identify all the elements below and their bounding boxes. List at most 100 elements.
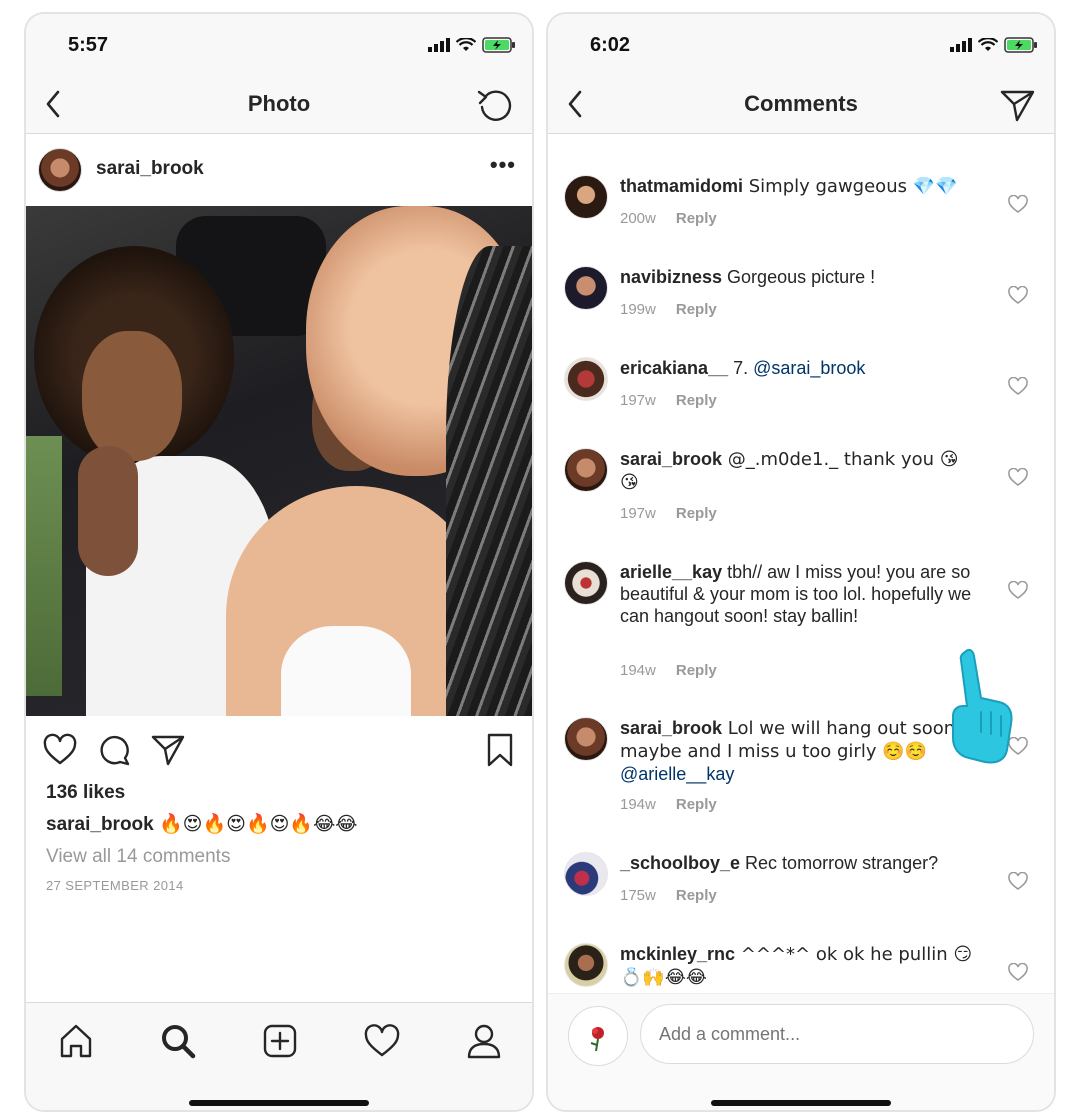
avatar[interactable] bbox=[564, 266, 608, 310]
top-nav: Photo bbox=[26, 76, 532, 134]
comment-username[interactable]: sarai_brook bbox=[620, 449, 722, 469]
comment-body: sarai_brook Lol we will hang out soon ma… bbox=[620, 717, 974, 785]
comment-meta: 197w Reply bbox=[620, 392, 717, 409]
post-caption: sarai_brook 🔥😍🔥😍🔥😍🔥😂😂 bbox=[46, 812, 357, 836]
post-date: 27 SEPTEMBER 2014 bbox=[46, 878, 184, 893]
photo-girl-arm bbox=[78, 446, 138, 576]
reply-button[interactable]: Reply bbox=[676, 392, 717, 409]
photo-girl-face bbox=[82, 331, 182, 461]
search-icon[interactable] bbox=[158, 1021, 198, 1061]
comment-like-icon[interactable] bbox=[1008, 286, 1028, 304]
comment-text: Gorgeous picture ! bbox=[722, 267, 876, 287]
home-icon[interactable] bbox=[56, 1021, 96, 1061]
caption-text: 🔥😍🔥😍🔥😍🔥😂😂 bbox=[159, 813, 358, 835]
home-indicator bbox=[189, 1100, 369, 1106]
comment-meta: 197w Reply bbox=[620, 505, 717, 522]
rose-icon bbox=[590, 1027, 604, 1052]
my-avatar bbox=[568, 1006, 628, 1066]
comment-like-icon[interactable] bbox=[1008, 468, 1028, 486]
comment-text: 7. bbox=[728, 358, 754, 378]
comment-icon[interactable] bbox=[96, 732, 132, 768]
comment-body: ericakiana__ 7. @sarai_brook bbox=[620, 357, 974, 379]
home-indicator bbox=[711, 1100, 891, 1106]
caption-username[interactable]: sarai_brook bbox=[46, 814, 154, 835]
comment-username[interactable]: navibizness bbox=[620, 267, 722, 287]
post-username[interactable]: sarai_brook bbox=[96, 158, 204, 180]
avatar[interactable] bbox=[564, 175, 608, 219]
reply-button[interactable]: Reply bbox=[676, 887, 717, 904]
reply-button[interactable]: Reply bbox=[676, 796, 717, 813]
bottom-tab-bar bbox=[26, 1002, 532, 1110]
comment-composer bbox=[548, 993, 1054, 1110]
comment-body: thatmamidomi Simply gawgeous 💎💎 bbox=[620, 175, 974, 198]
comment-age: 175w bbox=[620, 887, 656, 904]
comment-like-icon[interactable] bbox=[1008, 963, 1028, 981]
avatar[interactable] bbox=[564, 717, 608, 761]
comment-username[interactable]: thatmamidomi bbox=[620, 176, 743, 196]
comment-username[interactable]: ericakiana__ bbox=[620, 358, 728, 378]
comment-meta: 200w Reply bbox=[620, 210, 717, 227]
battery-icon bbox=[482, 37, 515, 53]
comment-age: 194w bbox=[620, 796, 656, 813]
comment-mention[interactable]: @sarai_brook bbox=[753, 358, 865, 378]
new-post-icon[interactable] bbox=[260, 1021, 300, 1061]
share-icon[interactable] bbox=[150, 732, 186, 768]
battery-icon bbox=[1004, 37, 1037, 53]
comment-username[interactable]: arielle__kay bbox=[620, 562, 722, 582]
comment-body: _schoolboy_e Rec tomorrow stranger? bbox=[620, 852, 974, 874]
avatar[interactable] bbox=[38, 148, 82, 192]
status-icons bbox=[950, 36, 1038, 54]
comment-body: navibizness Gorgeous picture ! bbox=[620, 266, 974, 288]
reply-button[interactable]: Reply bbox=[676, 210, 717, 227]
comment-body: mckinley_rnc ^^^*^ ok ok he pullin 😏💍🙌😂😂 bbox=[620, 943, 974, 989]
profile-icon[interactable] bbox=[464, 1021, 504, 1061]
top-nav: Comments bbox=[548, 76, 1054, 134]
comment-username[interactable]: mckinley_rnc bbox=[620, 944, 735, 964]
wifi-icon bbox=[456, 38, 476, 51]
comment-like-icon[interactable] bbox=[1008, 195, 1028, 213]
like-heart-icon[interactable] bbox=[42, 732, 78, 768]
photo-screen: 5:57 Photo sarai_brook ••• 136 likes sar… bbox=[24, 12, 534, 1112]
wifi-icon bbox=[978, 38, 998, 51]
comment-text: Rec tomorrow stranger? bbox=[740, 853, 939, 873]
comments-list[interactable]: thatmamidomi Simply gawgeous 💎💎 200w Repl… bbox=[548, 135, 1054, 993]
comment-username[interactable]: sarai_brook bbox=[620, 718, 722, 738]
comment-like-icon[interactable] bbox=[1008, 377, 1028, 395]
activity-icon[interactable] bbox=[362, 1021, 402, 1061]
avatar[interactable] bbox=[564, 357, 608, 401]
comment-age: 197w bbox=[620, 392, 656, 409]
view-all-comments-link[interactable]: View all 14 comments bbox=[46, 846, 230, 868]
comment-username[interactable]: _schoolboy_e bbox=[620, 853, 740, 873]
refresh-icon[interactable] bbox=[476, 86, 514, 124]
comment-body: sarai_brook @_.m0de1._ thank you 😘😘 bbox=[620, 448, 974, 494]
page-title: Comments bbox=[744, 91, 858, 116]
avatar[interactable] bbox=[564, 561, 608, 605]
post-photo[interactable] bbox=[26, 206, 532, 716]
status-icons bbox=[428, 36, 516, 54]
reply-button[interactable]: Reply bbox=[676, 301, 717, 318]
direct-share-icon[interactable] bbox=[998, 86, 1036, 124]
status-time: 5:57 bbox=[68, 34, 109, 56]
post-actions bbox=[26, 728, 532, 772]
photo-woman-top bbox=[281, 626, 411, 716]
likes-count[interactable]: 136 likes bbox=[46, 782, 125, 804]
photo-woman-hair bbox=[446, 246, 532, 716]
more-options-icon[interactable]: ••• bbox=[490, 152, 516, 178]
comment-meta: 194w Reply bbox=[620, 662, 717, 679]
comment-like-icon[interactable] bbox=[1008, 872, 1028, 890]
signal-icon bbox=[428, 38, 450, 52]
avatar[interactable] bbox=[564, 852, 608, 896]
comment-mention[interactable]: @arielle__kay bbox=[620, 764, 734, 784]
avatar[interactable] bbox=[564, 943, 608, 987]
bookmark-icon[interactable] bbox=[482, 732, 518, 768]
reply-button[interactable]: Reply bbox=[676, 662, 717, 679]
comment-input[interactable] bbox=[640, 1004, 1034, 1064]
comment-meta: 199w Reply bbox=[620, 301, 717, 318]
avatar[interactable] bbox=[564, 448, 608, 492]
comment-body: arielle__kay tbh// aw I miss you! you ar… bbox=[620, 561, 974, 627]
status-bar: 5:57 bbox=[26, 14, 532, 76]
comment-like-icon[interactable] bbox=[1008, 581, 1028, 599]
comment-text: Simply gawgeous 💎💎 bbox=[743, 176, 958, 197]
reply-button[interactable]: Reply bbox=[676, 505, 717, 522]
comment-meta: 194w Reply bbox=[620, 796, 717, 813]
